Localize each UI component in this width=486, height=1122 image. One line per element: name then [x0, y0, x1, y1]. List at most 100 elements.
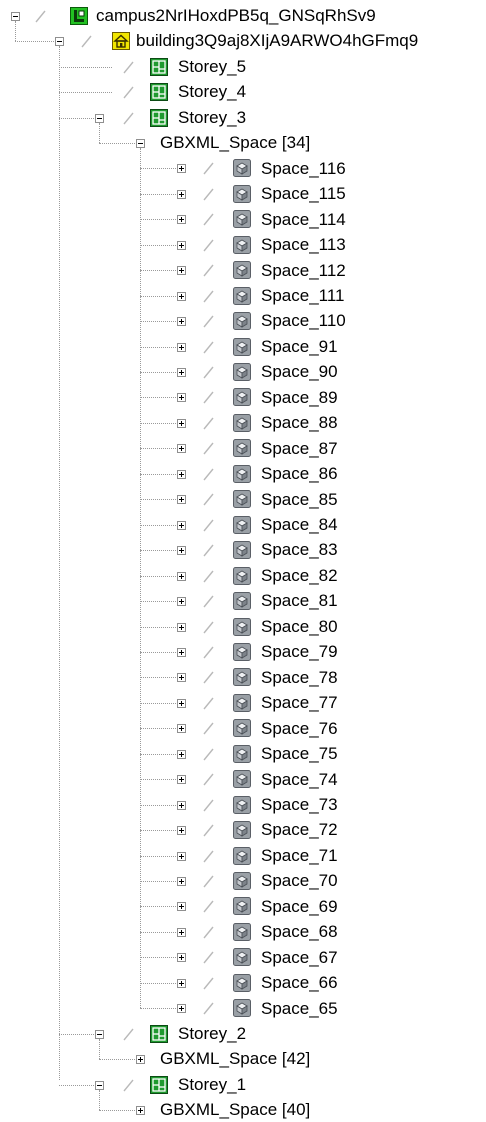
space-label[interactable]: Space_113: [261, 232, 346, 257]
space-expander[interactable]: [177, 292, 186, 301]
space-label[interactable]: Space_80: [261, 614, 338, 639]
space-label[interactable]: Space_83: [261, 537, 338, 562]
space-expander[interactable]: [177, 368, 186, 377]
edit-pencil-icon[interactable]: [199, 896, 219, 916]
edit-pencil-icon[interactable]: [199, 846, 219, 866]
edit-pencil-icon[interactable]: [199, 235, 219, 255]
space-label[interactable]: Space_75: [261, 741, 338, 766]
edit-pencil-icon[interactable]: [199, 566, 219, 586]
edit-pencil-icon[interactable]: [119, 108, 139, 128]
space-label[interactable]: Space_91: [261, 334, 338, 359]
space-expander[interactable]: [177, 190, 186, 199]
edit-pencil-icon[interactable]: [199, 820, 219, 840]
space-expander[interactable]: [177, 164, 186, 173]
edit-pencil-icon[interactable]: [199, 667, 219, 687]
space-expander[interactable]: [177, 902, 186, 911]
edit-pencil-icon[interactable]: [199, 464, 219, 484]
space-expander[interactable]: [177, 648, 186, 657]
edit-pencil-icon[interactable]: [199, 158, 219, 178]
edit-pencil-icon[interactable]: [77, 31, 97, 51]
space-label[interactable]: Space_115: [261, 181, 346, 206]
space-label[interactable]: Space_71: [261, 843, 338, 868]
space-expander[interactable]: [177, 495, 186, 504]
edit-pencil-icon[interactable]: [199, 871, 219, 891]
space-label[interactable]: Space_79: [261, 639, 338, 664]
gbxml-group-expander[interactable]: [136, 139, 145, 148]
space-label[interactable]: Space_111: [261, 283, 345, 308]
edit-pencil-icon[interactable]: [119, 57, 139, 77]
edit-pencil-icon[interactable]: [199, 693, 219, 713]
space-label[interactable]: Space_65: [261, 996, 338, 1021]
space-label[interactable]: Space_72: [261, 817, 338, 842]
building-expander[interactable]: [55, 37, 64, 46]
space-label[interactable]: Space_84: [261, 512, 338, 537]
space-expander[interactable]: [177, 317, 186, 326]
gbxml-group-label[interactable]: GBXML_Space [40]: [160, 1097, 310, 1122]
space-label[interactable]: Space_81: [261, 588, 338, 613]
space-label[interactable]: Space_88: [261, 410, 338, 435]
edit-pencil-icon[interactable]: [199, 642, 219, 662]
space-label[interactable]: Space_116: [261, 156, 346, 181]
storey-1-label[interactable]: Storey_1: [178, 1072, 246, 1097]
edit-pencil-icon[interactable]: [199, 413, 219, 433]
gbxml-group-expander[interactable]: [136, 1055, 145, 1064]
edit-pencil-icon[interactable]: [199, 209, 219, 229]
edit-pencil-icon[interactable]: [119, 1075, 139, 1095]
space-label[interactable]: Space_77: [261, 690, 338, 715]
space-label[interactable]: Space_112: [261, 258, 346, 283]
edit-pencil-icon[interactable]: [199, 795, 219, 815]
space-expander[interactable]: [177, 775, 186, 784]
space-expander[interactable]: [177, 597, 186, 606]
space-expander[interactable]: [177, 546, 186, 555]
space-expander[interactable]: [177, 699, 186, 708]
edit-pencil-icon[interactable]: [199, 337, 219, 357]
space-label[interactable]: Space_69: [261, 894, 338, 919]
space-label[interactable]: Space_74: [261, 767, 338, 792]
campus-node-label[interactable]: campus2NrIHoxdPB5q_GNSqRhSv9: [96, 3, 376, 28]
storey-5-label[interactable]: Storey_5: [178, 54, 246, 79]
storey-2-label[interactable]: Storey_2: [178, 1021, 246, 1046]
building-node-label[interactable]: building3Q9aj8XIjA9ARWO4hGFmq9: [136, 28, 418, 53]
edit-pencil-icon[interactable]: [199, 184, 219, 204]
edit-pencil-icon[interactable]: [199, 947, 219, 967]
space-label[interactable]: Space_89: [261, 385, 338, 410]
storey-3-label[interactable]: Storey_3: [178, 105, 246, 130]
gbxml-group-label[interactable]: GBXML_Space [34]: [160, 130, 310, 155]
space-expander[interactable]: [177, 623, 186, 632]
space-label[interactable]: Space_90: [261, 359, 338, 384]
storey-1-expander[interactable]: [95, 1081, 104, 1090]
space-expander[interactable]: [177, 572, 186, 581]
space-label[interactable]: Space_67: [261, 945, 338, 970]
edit-pencil-icon[interactable]: [199, 260, 219, 280]
space-label[interactable]: Space_66: [261, 970, 338, 995]
space-expander[interactable]: [177, 215, 186, 224]
space-label[interactable]: Space_114: [261, 207, 346, 232]
edit-pencil-icon[interactable]: [199, 998, 219, 1018]
space-expander[interactable]: [177, 266, 186, 275]
gbxml-group-expander[interactable]: [136, 1106, 145, 1115]
space-expander[interactable]: [177, 521, 186, 530]
space-expander[interactable]: [177, 393, 186, 402]
edit-pencil-icon[interactable]: [199, 515, 219, 535]
space-expander[interactable]: [177, 953, 186, 962]
space-label[interactable]: Space_68: [261, 919, 338, 944]
space-expander[interactable]: [177, 928, 186, 937]
storey-4-label[interactable]: Storey_4: [178, 79, 246, 104]
space-label[interactable]: Space_86: [261, 461, 338, 486]
edit-pencil-icon[interactable]: [199, 286, 219, 306]
space-expander[interactable]: [177, 826, 186, 835]
edit-pencil-icon[interactable]: [199, 387, 219, 407]
storey-3-expander[interactable]: [95, 114, 104, 123]
edit-pencil-icon[interactable]: [199, 718, 219, 738]
space-label[interactable]: Space_110: [261, 308, 346, 333]
edit-pencil-icon[interactable]: [199, 744, 219, 764]
space-expander[interactable]: [177, 724, 186, 733]
edit-pencil-icon[interactable]: [31, 6, 51, 26]
space-expander[interactable]: [177, 801, 186, 810]
space-label[interactable]: Space_82: [261, 563, 338, 588]
space-label[interactable]: Space_73: [261, 792, 338, 817]
space-label[interactable]: Space_85: [261, 487, 338, 512]
edit-pencil-icon[interactable]: [199, 769, 219, 789]
space-expander[interactable]: [177, 750, 186, 759]
space-expander[interactable]: [177, 1004, 186, 1013]
